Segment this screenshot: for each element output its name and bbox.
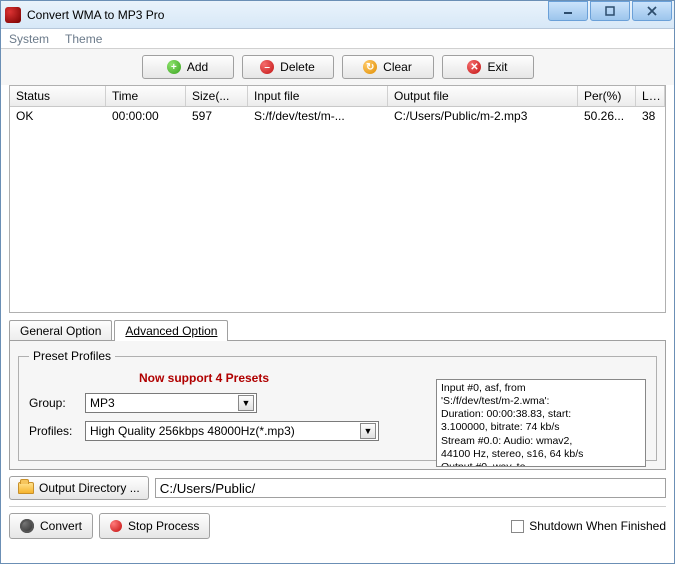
stop-icon (110, 520, 122, 532)
preset-title: Now support 4 Presets (29, 371, 379, 385)
profiles-combo[interactable]: High Quality 256kbps 48000Hz(*.mp3) ▼ (85, 421, 379, 441)
cell-input: S:/f/dev/test/m-... (248, 107, 388, 125)
convert-label: Convert (40, 519, 82, 533)
app-window: Convert WMA to MP3 Pro System Theme + Ad… (0, 0, 675, 564)
folder-icon (18, 482, 34, 494)
clear-icon: ↻ (363, 60, 377, 74)
col-input[interactable]: Input file (248, 86, 388, 106)
preset-profiles-group: Preset Profiles Now support 4 Presets Gr… (18, 349, 657, 461)
col-time[interactable]: Time (106, 86, 186, 106)
gear-icon (20, 519, 34, 533)
chevron-down-icon: ▼ (360, 423, 376, 439)
minimize-button[interactable] (548, 1, 588, 21)
file-table: Status Time Size(... Input file Output f… (9, 85, 666, 313)
output-directory-button[interactable]: Output Directory ... (9, 476, 149, 500)
add-label: Add (187, 60, 208, 74)
tab-content: Preset Profiles Now support 4 Presets Gr… (9, 340, 666, 470)
cell-time: 00:00:00 (106, 107, 186, 125)
shutdown-label: Shutdown When Finished (529, 519, 666, 533)
maximize-button[interactable] (590, 1, 630, 21)
cell-status: OK (10, 107, 106, 125)
exit-button[interactable]: ✕ Exit (442, 55, 534, 79)
add-button[interactable]: + Add (142, 55, 234, 79)
shutdown-checkbox[interactable] (511, 520, 524, 533)
col-output[interactable]: Output file (388, 86, 578, 106)
profiles-label: Profiles: (29, 424, 81, 438)
window-controls (546, 1, 672, 21)
table-row[interactable]: OK 00:00:00 597 S:/f/dev/test/m-... C:/U… (10, 107, 665, 126)
table-body[interactable]: OK 00:00:00 597 S:/f/dev/test/m-... C:/U… (10, 107, 665, 311)
preset-legend: Preset Profiles (29, 349, 115, 363)
menubar: System Theme (1, 29, 674, 49)
options-panel: General Option Advanced Option Preset Pr… (9, 319, 666, 470)
group-label: Group: (29, 396, 81, 410)
top-toolbar: + Add – Delete ↻ Clear ✕ Exit (1, 49, 674, 85)
col-per[interactable]: Per(%) (578, 86, 636, 106)
col-status[interactable]: Status (10, 86, 106, 106)
cell-per: 50.26... (578, 107, 636, 125)
cell-output: C:/Users/Public/m-2.mp3 (388, 107, 578, 125)
stop-label: Stop Process (128, 519, 199, 533)
bottom-bar: Convert Stop Process Shutdown When Finis… (9, 506, 666, 539)
titlebar: Convert WMA to MP3 Pro (1, 1, 674, 29)
output-directory-input[interactable] (155, 478, 666, 498)
col-size[interactable]: Size(... (186, 86, 248, 106)
cell-size: 597 (186, 107, 248, 125)
output-directory-label: Output Directory ... (39, 481, 140, 495)
clear-button[interactable]: ↻ Clear (342, 55, 434, 79)
group-value: MP3 (90, 396, 115, 410)
shutdown-wrap: Shutdown When Finished (511, 519, 666, 533)
close-button[interactable] (632, 1, 672, 21)
clear-label: Clear (383, 60, 412, 74)
tab-general[interactable]: General Option (9, 320, 112, 341)
tabstrip: General Option Advanced Option (9, 320, 666, 341)
media-info-box[interactable]: Input #0, asf, from 'S:/f/dev/test/m-2.w… (436, 379, 646, 467)
exit-icon: ✕ (467, 60, 481, 74)
profiles-value: High Quality 256kbps 48000Hz(*.mp3) (90, 424, 295, 438)
group-combo[interactable]: MP3 ▼ (85, 393, 257, 413)
table-header: Status Time Size(... Input file Output f… (10, 86, 665, 107)
chevron-down-icon: ▼ (238, 395, 254, 411)
cell-len: 38 (636, 107, 665, 125)
menu-system[interactable]: System (9, 32, 49, 46)
output-directory-row: Output Directory ... (9, 476, 666, 500)
delete-label: Delete (280, 60, 315, 74)
stop-process-button[interactable]: Stop Process (99, 513, 210, 539)
preset-left: Now support 4 Presets Group: MP3 ▼ Profi… (29, 371, 379, 441)
delete-icon: – (260, 60, 274, 74)
convert-button[interactable]: Convert (9, 513, 93, 539)
menu-theme[interactable]: Theme (65, 32, 102, 46)
col-len[interactable]: Le... (636, 86, 665, 106)
app-icon (5, 7, 21, 23)
add-icon: + (167, 60, 181, 74)
delete-button[interactable]: – Delete (242, 55, 334, 79)
tab-advanced[interactable]: Advanced Option (114, 320, 228, 341)
exit-label: Exit (487, 60, 507, 74)
window-title: Convert WMA to MP3 Pro (27, 8, 164, 22)
